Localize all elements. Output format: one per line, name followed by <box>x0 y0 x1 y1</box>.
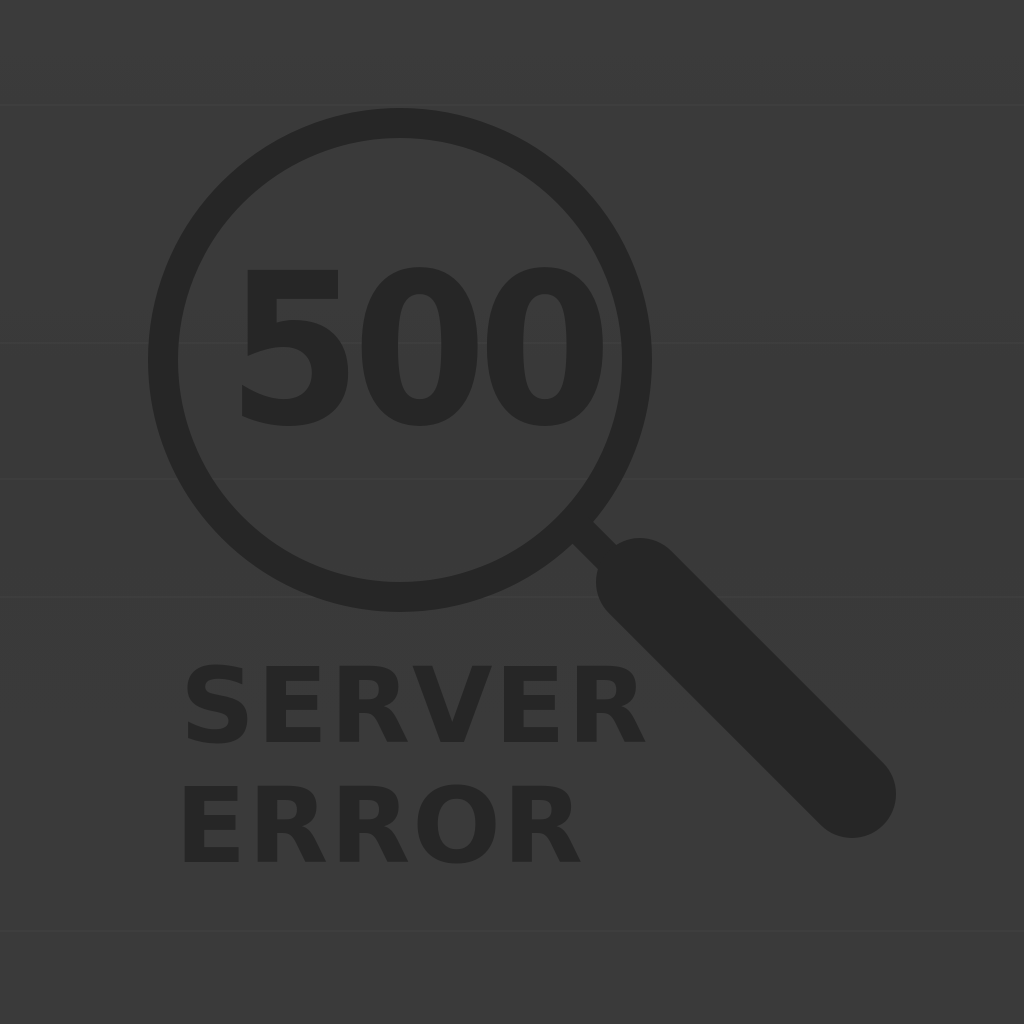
error-code: 500 <box>227 228 612 473</box>
error-title-line2: ERROR <box>175 765 585 887</box>
error-page: 500 SERVER ERROR <box>0 0 1024 1024</box>
handle <box>596 538 896 838</box>
error-title-line1: SERVER <box>180 645 650 767</box>
